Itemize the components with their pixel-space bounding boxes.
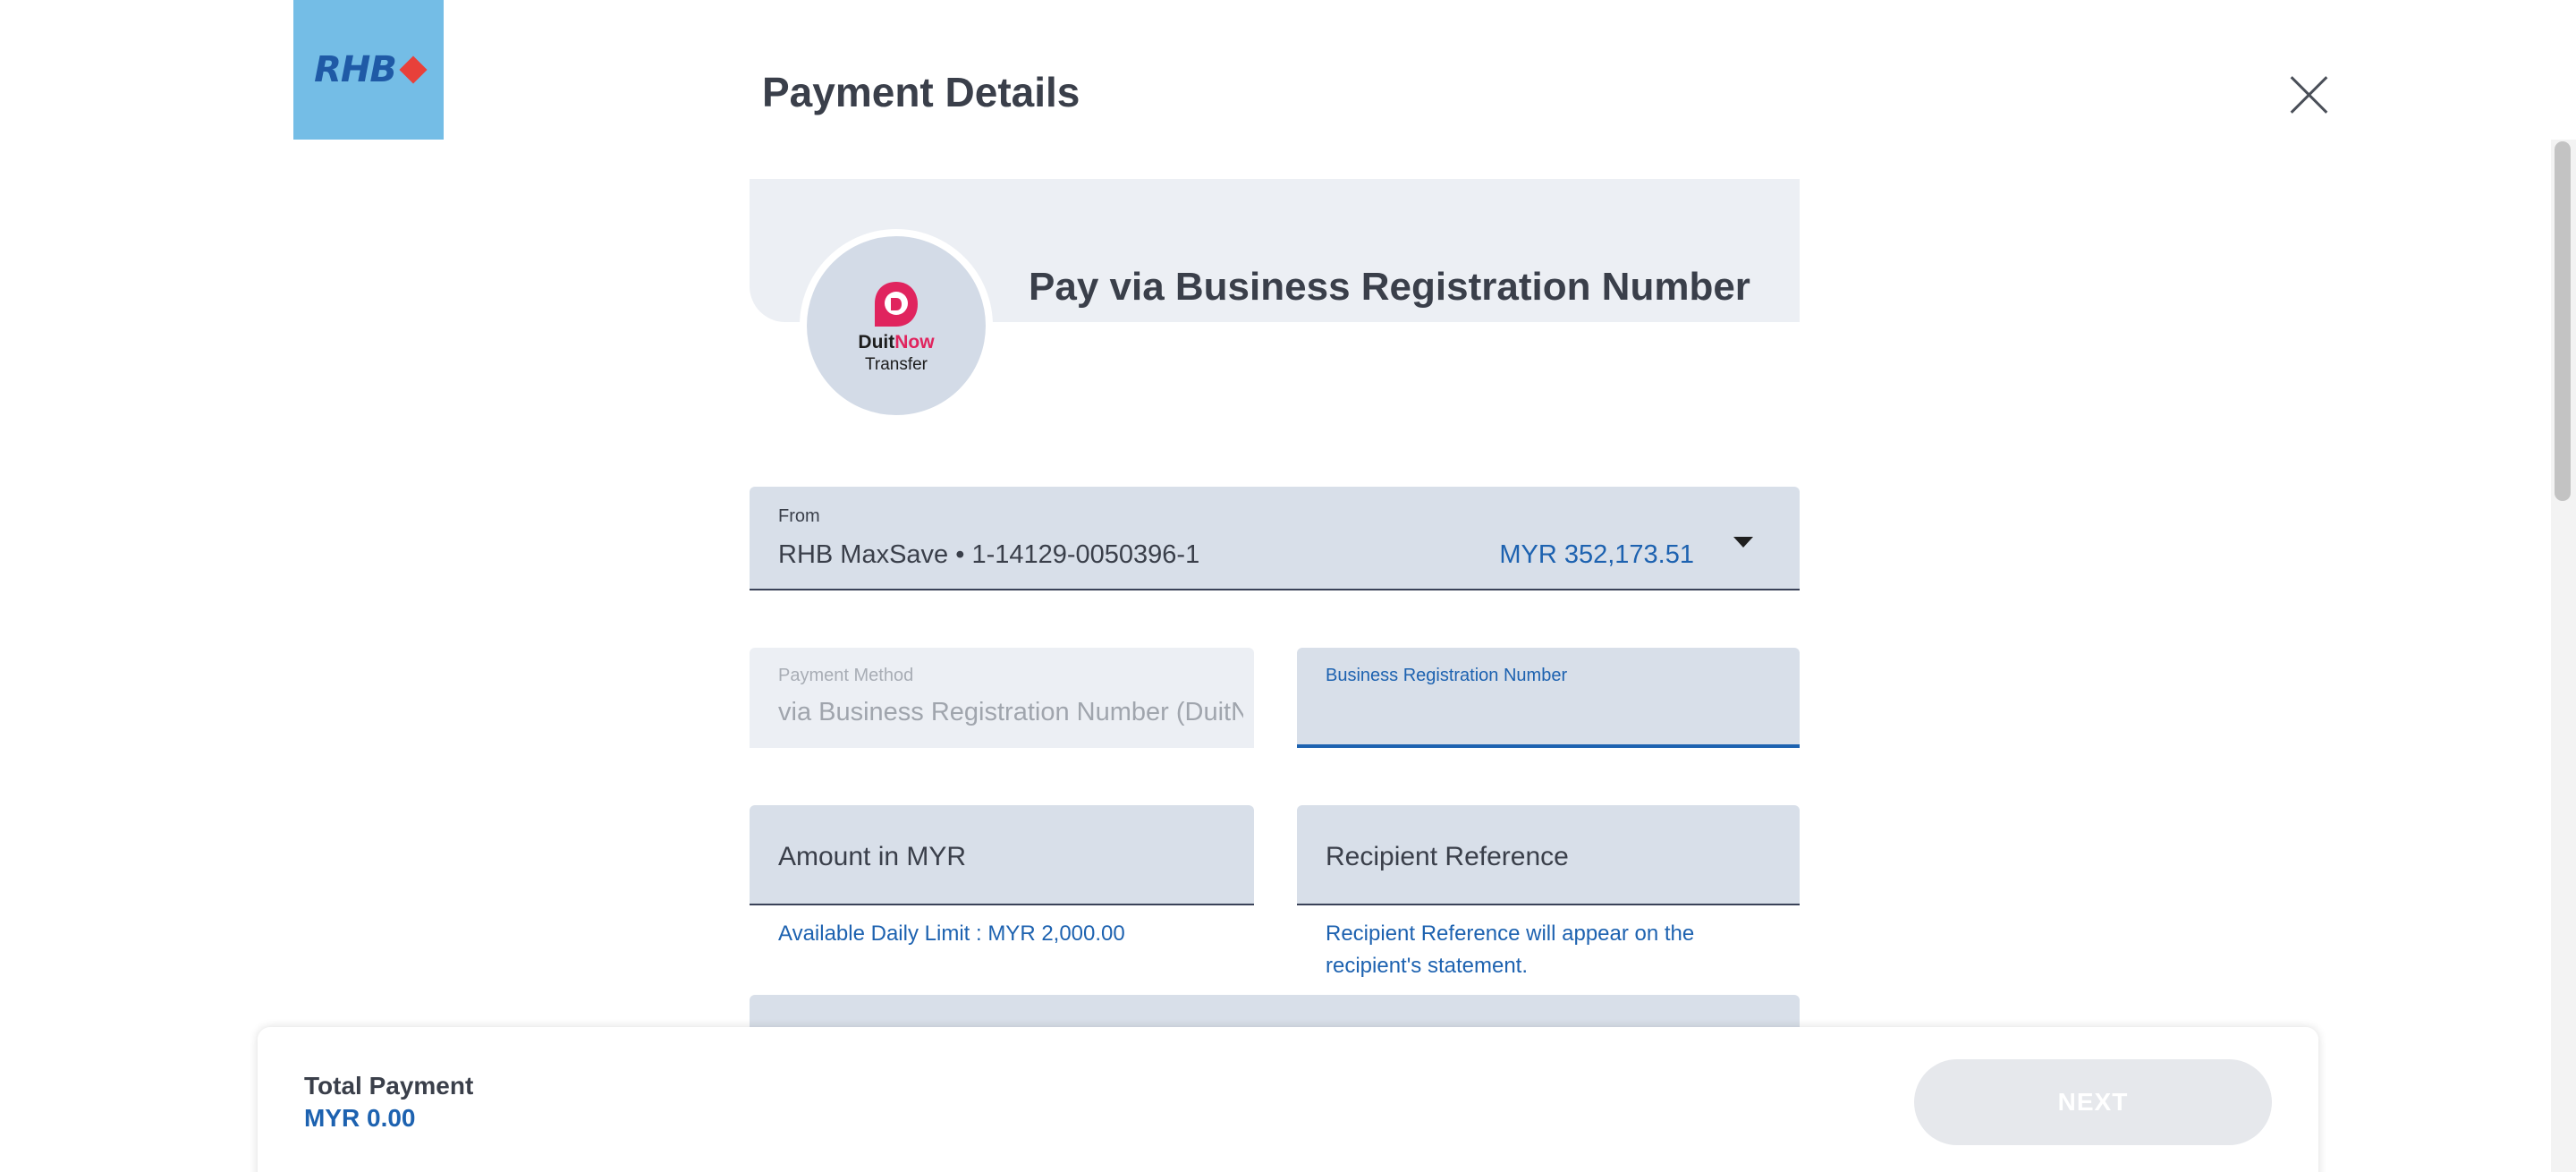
banner-title: Pay via Business Registration Number: [1029, 265, 1750, 309]
amount-field[interactable]: [750, 805, 1254, 905]
total-payment-value: MYR 0.00: [304, 1104, 416, 1132]
recipient-reference-field[interactable]: [1297, 805, 1800, 905]
brn-input[interactable]: [1326, 694, 1773, 734]
duitnow-brand-first: Duit: [858, 332, 895, 352]
payment-footer: Total Payment MYR 0.00 NEXT: [258, 1027, 2318, 1172]
from-account-select[interactable]: From RHB MaxSave • 1-14129-0050396-1 MYR…: [750, 487, 1800, 590]
logo-diamond-icon: [399, 55, 428, 84]
amount-input[interactable]: [778, 837, 1225, 877]
from-account-balance: MYR 352,173.51: [1499, 540, 1694, 569]
from-account-value: RHB MaxSave • 1-14129-0050396-1: [778, 540, 1200, 569]
scrollbar-thumb[interactable]: [2555, 141, 2571, 501]
chevron-down-icon[interactable]: [1733, 537, 1753, 548]
rhb-logo[interactable]: RHB: [293, 0, 444, 140]
duitnow-brand-second: Now: [894, 332, 935, 352]
duitnow-subtitle: Transfer: [864, 355, 928, 374]
payment-method-field: Payment Method via Business Registration…: [750, 648, 1254, 748]
close-icon[interactable]: [2290, 75, 2329, 115]
payment-method-value: via Business Registration Number (DuitN: [778, 698, 1243, 726]
duitnow-logo: DuitNow Transfer: [800, 229, 993, 422]
total-payment-label: Total Payment: [304, 1072, 474, 1100]
brn-label: Business Registration Number: [1326, 666, 1568, 685]
payment-method-label: Payment Method: [778, 666, 914, 685]
business-registration-number-field[interactable]: Business Registration Number: [1297, 648, 1800, 748]
recipient-reference-input[interactable]: [1326, 837, 1773, 877]
duitnow-icon: [875, 282, 918, 327]
logo-text: RHB: [314, 49, 397, 90]
next-button[interactable]: NEXT: [1914, 1059, 2272, 1145]
duitnow-brand: DuitNow: [858, 332, 934, 353]
from-label: From: [778, 506, 820, 526]
page-title: Payment Details: [762, 69, 1080, 115]
amount-helper-text: Available Daily Limit : MYR 2,000.00: [778, 921, 1125, 946]
reference-helper-text: Recipient Reference will appear on the r…: [1326, 921, 1695, 978]
